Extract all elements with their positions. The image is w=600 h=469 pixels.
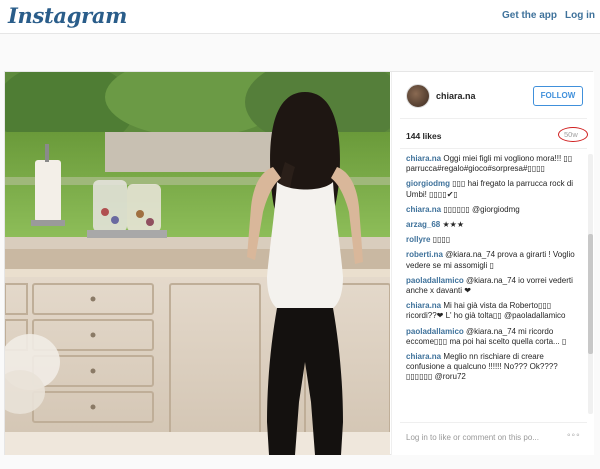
footer-divider	[400, 422, 587, 423]
comment-item: chiara.na ▯▯▯▯▯▯ @giorgiodmg	[406, 205, 584, 215]
more-options-icon[interactable]: ◦◦◦	[567, 430, 581, 441]
comment-item: chiara.na Mi hai già vista da Roberto▯▯▯…	[406, 301, 584, 321]
likes-count[interactable]: 144 likes	[406, 131, 441, 141]
post-age[interactable]: 50w	[564, 130, 578, 139]
follow-button[interactable]: FOLLOW	[533, 86, 583, 106]
comment-username[interactable]: roberti.na	[406, 250, 443, 259]
login-link[interactable]: Log in	[565, 10, 595, 21]
comment-item: giorgiodmg ▯▯▯ hai fregato la parrucca r…	[406, 179, 584, 199]
post-age-highlight: 50w	[558, 127, 588, 142]
comment-username[interactable]: giorgiodmg	[406, 179, 450, 188]
comment-username[interactable]: paoladallamico	[406, 327, 464, 336]
comment-item: rollyre ▯▯▯▯	[406, 235, 584, 245]
comment-text: ▯▯▯▯▯▯ @giorgiodmg	[443, 204, 520, 214]
comments-scrollbar[interactable]	[588, 154, 593, 414]
get-the-app-link[interactable]: Get the app	[502, 10, 557, 21]
comment-username[interactable]: paoladallamico	[406, 276, 464, 285]
post-photo	[5, 72, 390, 455]
comment-username[interactable]: chiara.na	[406, 154, 441, 163]
comment-username[interactable]: chiara.na	[406, 352, 441, 361]
post-username[interactable]: chiara.na	[436, 91, 476, 101]
comments-scroll-thumb[interactable]	[588, 234, 593, 354]
likes-divider	[400, 148, 587, 149]
comment-item: paoladallamico @kiara.na_74 io vorrei ve…	[406, 276, 584, 296]
post-card: chiara.na FOLLOW 144 likes 50w chiara.na…	[4, 71, 594, 455]
comment-item: paoladallamico @kiara.na_74 mi ricordo e…	[406, 327, 584, 347]
comment-item: chiara.na Meglio nn rischiare di creare …	[406, 352, 584, 383]
top-bar: Instagram Get the app Log in	[0, 0, 600, 34]
comment-item: arzag_68 ★★★	[406, 220, 584, 230]
comment-username[interactable]: rollyre	[406, 235, 430, 244]
comment-username[interactable]: arzag_68	[406, 220, 440, 229]
comment-username[interactable]: chiara.na	[406, 301, 441, 310]
comments-list[interactable]: chiara.na Oggi miei figli mi vogliono mo…	[406, 154, 584, 414]
login-to-comment-link[interactable]: Log in to like or comment on this po...	[406, 433, 556, 442]
user-avatar[interactable]	[406, 84, 430, 108]
post-side-panel: chiara.na FOLLOW 144 likes 50w chiara.na…	[391, 72, 594, 455]
post-photo-illustration	[5, 72, 390, 455]
comment-item: roberti.na @kiara.na_74 prova a girarti …	[406, 250, 584, 270]
comment-text: ★★★	[442, 220, 464, 230]
instagram-logo[interactable]: Instagram	[8, 3, 127, 28]
comment-text: ▯▯▯▯	[432, 235, 451, 245]
comment-username[interactable]: chiara.na	[406, 205, 441, 214]
header-divider	[400, 118, 587, 119]
comment-item: chiara.na Oggi miei figli mi vogliono mo…	[406, 154, 584, 174]
